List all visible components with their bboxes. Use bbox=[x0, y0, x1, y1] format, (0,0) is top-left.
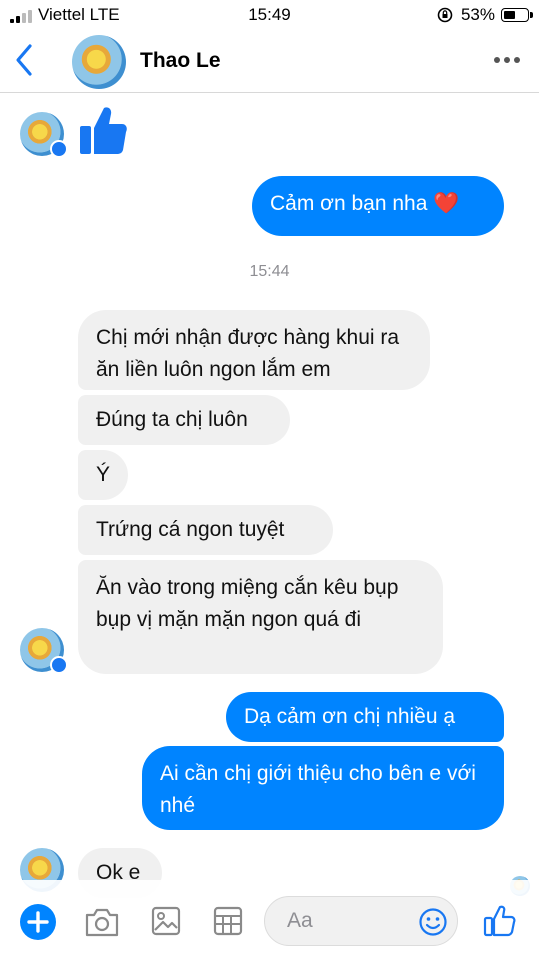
incoming-message[interactable]: Chị mới nhận được hàng khui ra ăn liền l… bbox=[78, 310, 430, 390]
incoming-message[interactable]: Đúng ta chị luôn bbox=[78, 395, 290, 445]
contact-name[interactable]: Thao Le bbox=[140, 49, 221, 73]
plus-icon[interactable] bbox=[20, 904, 56, 940]
camera-icon[interactable] bbox=[84, 906, 120, 938]
messenger-badge-icon bbox=[50, 140, 68, 158]
sticker-icon[interactable] bbox=[212, 905, 244, 937]
heart-emoji: ❤️ bbox=[433, 192, 460, 215]
battery-icon bbox=[501, 8, 533, 22]
outgoing-message[interactable]: Ai cần chị giới thiệu cho bên e với nhé bbox=[142, 746, 504, 830]
message-timestamp: 15:44 bbox=[249, 263, 290, 280]
battery-percent: 53% bbox=[460, 5, 495, 24]
status-bar: Viettel LTE 15:49 53% bbox=[0, 0, 539, 30]
contact-avatar[interactable] bbox=[72, 35, 126, 89]
conversation-header: Thao Le bbox=[0, 30, 539, 93]
rotation-lock-icon bbox=[437, 7, 453, 23]
incoming-message[interactable]: Ý bbox=[78, 450, 128, 500]
gallery-icon[interactable] bbox=[150, 905, 182, 937]
chevron-left-icon[interactable] bbox=[10, 40, 40, 80]
ellipsis-icon[interactable] bbox=[493, 52, 521, 68]
outgoing-message[interactable]: Dạ cảm ơn chị nhiều ạ bbox=[226, 692, 504, 742]
incoming-message[interactable]: Trứng cá ngon tuyệt bbox=[78, 505, 333, 555]
incoming-message[interactable]: Ăn vào trong miệng cắn kêu bụp bụp vị mặ… bbox=[78, 560, 443, 674]
message-input-placeholder: Aa bbox=[287, 909, 313, 932]
messenger-badge-icon bbox=[50, 656, 68, 674]
outgoing-message[interactable]: Cảm ơn bạn nha ❤️ bbox=[252, 176, 504, 236]
thumbs-up-icon[interactable] bbox=[482, 904, 516, 938]
status-time: 15:49 bbox=[248, 5, 291, 24]
thumbs-up-icon bbox=[80, 107, 127, 154]
emoji-icon[interactable] bbox=[418, 907, 448, 937]
